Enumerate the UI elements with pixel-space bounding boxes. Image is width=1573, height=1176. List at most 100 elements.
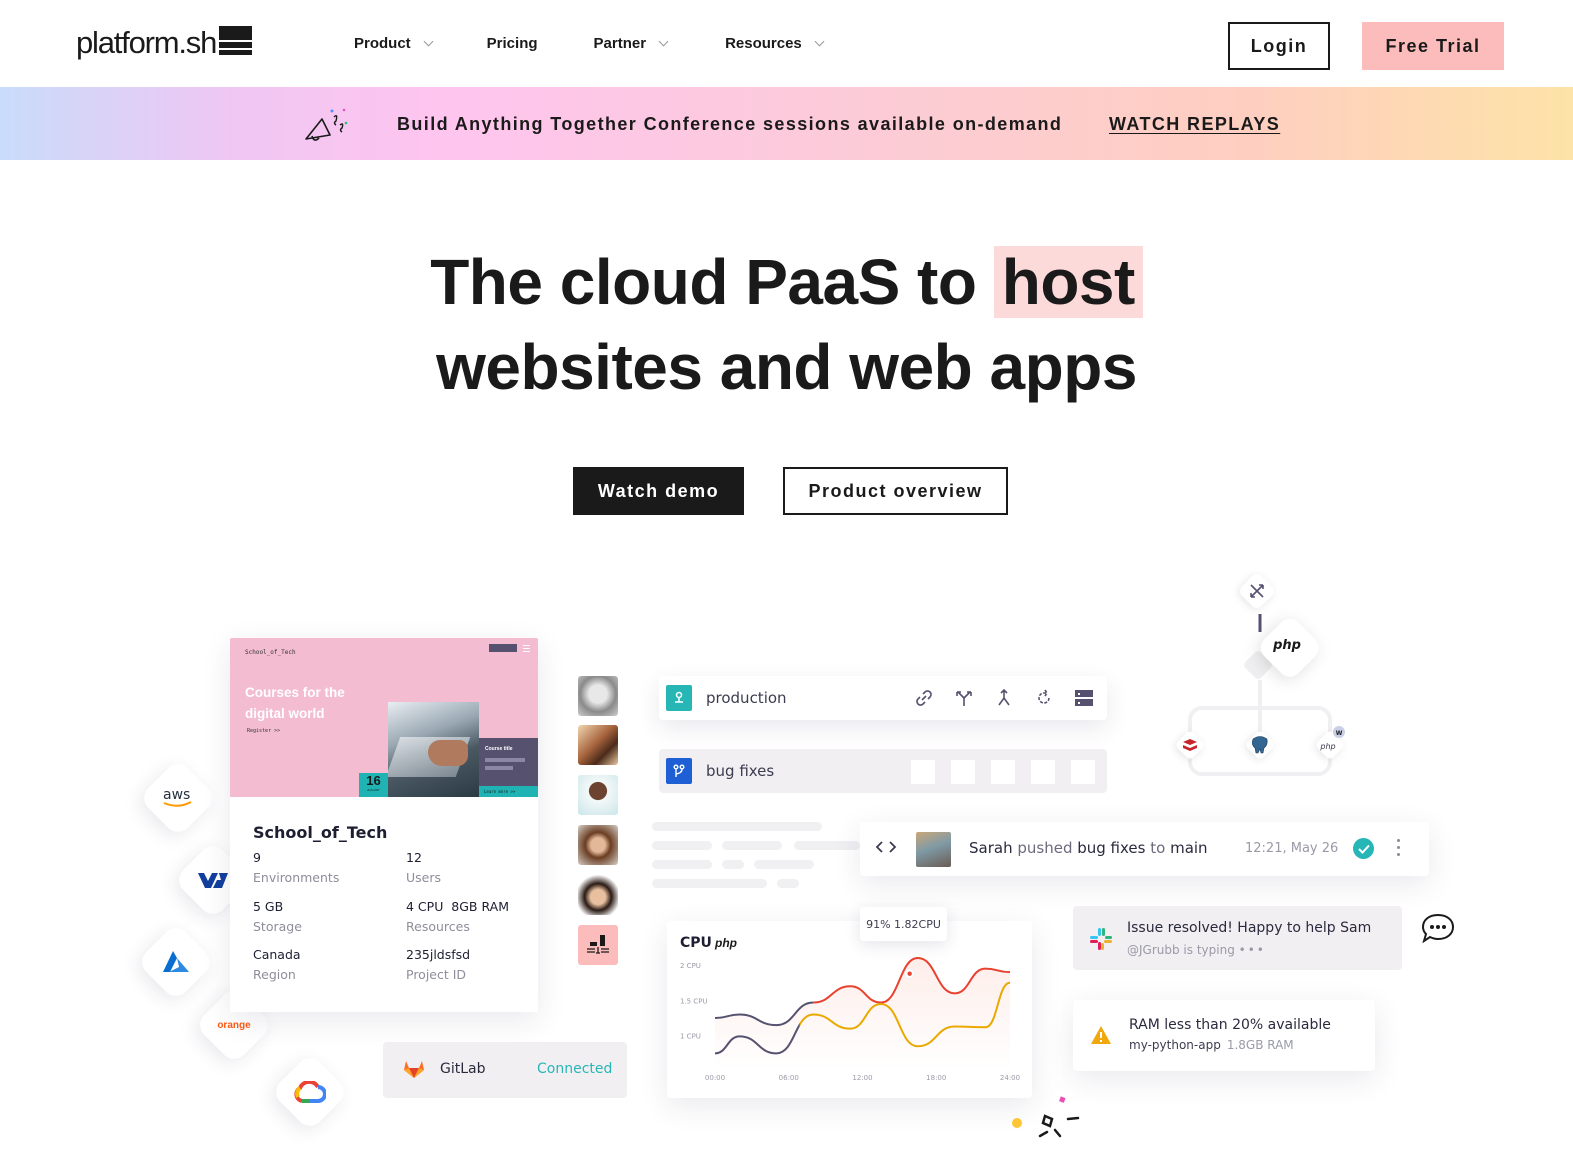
avatar[interactable] bbox=[578, 725, 618, 765]
site-preview: School_of_Tech Courses for the digital w… bbox=[230, 638, 538, 797]
nav-label: Partner bbox=[593, 35, 647, 52]
check-circle-icon bbox=[1353, 838, 1374, 859]
router-node bbox=[1240, 574, 1274, 608]
course-title: Course title bbox=[485, 746, 513, 752]
avatar bbox=[916, 832, 951, 867]
stat-value: 4 CPU 8GB RAM bbox=[406, 899, 509, 914]
product-overview-button[interactable]: Product overview bbox=[783, 467, 1008, 515]
sparkle-decoration-icon bbox=[1012, 1096, 1080, 1138]
hero-title: The cloud PaaS to host websites and web … bbox=[0, 240, 1573, 410]
stat-region: Canada Region bbox=[253, 945, 383, 985]
nav-item-partner[interactable]: Partner bbox=[593, 35, 669, 52]
stat-value: Canada bbox=[253, 947, 301, 962]
slack-message: Issue resolved! Happy to help Sam bbox=[1127, 920, 1372, 936]
platform-sh-logo[interactable]: platform.sh bbox=[76, 24, 253, 62]
activity-item[interactable]: Sarah pushed bug fixes to main 12:21, Ma… bbox=[860, 822, 1429, 876]
aws-logo-icon: aws bbox=[150, 770, 206, 826]
slack-notification[interactable]: Issue resolved! Happy to help Sam @JGrub… bbox=[1073, 906, 1402, 970]
svg-text:php: php bbox=[1319, 742, 1335, 751]
azure-logo-icon bbox=[148, 934, 204, 990]
ram-details: my-python-app 1.8GB RAM bbox=[1129, 1038, 1294, 1052]
stat-label: Region bbox=[253, 967, 296, 982]
nav-item-pricing[interactable]: Pricing bbox=[487, 35, 538, 52]
preview-button bbox=[489, 644, 517, 652]
chevron-down-icon bbox=[814, 36, 825, 47]
announcement-banner: Build Anything Together Conference sessi… bbox=[0, 87, 1573, 160]
environment-icon bbox=[666, 685, 692, 711]
svg-text:php: php bbox=[1272, 638, 1301, 653]
preview-headline-1: Courses for the bbox=[245, 685, 345, 700]
stat-label: Environments bbox=[253, 870, 340, 885]
gitlab-icon bbox=[404, 1061, 424, 1078]
megaphone-icon bbox=[305, 108, 348, 141]
environment-row-bug-fixes[interactable]: bug fixes bbox=[659, 749, 1107, 793]
activity-target: main bbox=[1170, 839, 1208, 857]
chat-bubble-icon[interactable] bbox=[1421, 913, 1455, 943]
ram-message: RAM less than 20% available bbox=[1129, 1017, 1331, 1033]
date-month: AUGUST bbox=[367, 788, 380, 792]
environment-name: production bbox=[706, 689, 787, 707]
x-tick-label: 18:00 bbox=[926, 1074, 946, 1082]
warning-icon bbox=[1091, 1026, 1111, 1044]
preview-course: Course title bbox=[479, 738, 538, 786]
logo-mark-icon bbox=[219, 26, 253, 55]
y-tick-label: 1 CPU bbox=[680, 1033, 701, 1041]
typing-dots-icon: ••• bbox=[1238, 943, 1266, 957]
nav-item-product[interactable]: Product bbox=[354, 35, 434, 52]
activity-text: Sarah pushed bug fixes to main bbox=[969, 839, 1208, 857]
hero-title-line1: The cloud PaaS to bbox=[430, 246, 994, 318]
banner-text: Build Anything Together Conference sessi… bbox=[397, 114, 1063, 134]
avatar[interactable] bbox=[578, 825, 618, 865]
activity-user: Sarah bbox=[969, 839, 1013, 857]
app-name: my-python-app bbox=[1129, 1038, 1221, 1052]
preview-date: 16 AUGUST bbox=[359, 773, 388, 797]
preview-headline: Courses for the digital world bbox=[245, 682, 345, 724]
login-button[interactable]: Login bbox=[1228, 22, 1330, 70]
more-vertical-icon[interactable] bbox=[1397, 839, 1400, 860]
postgresql-node bbox=[1246, 731, 1274, 759]
gitlab-integration[interactable]: GitLab Connected bbox=[383, 1042, 627, 1098]
stat-value: 12 bbox=[406, 850, 422, 865]
top-navigation: platform.sh Product Pricing Partner Reso… bbox=[0, 0, 1573, 87]
watch-replays-link[interactable]: WATCH REPLAYS bbox=[1109, 114, 1280, 135]
stat-project-id: 235jldsfsd Project ID bbox=[406, 945, 536, 985]
org-chart-icon bbox=[587, 935, 609, 954]
laptop-photo bbox=[388, 702, 479, 797]
link-icon[interactable] bbox=[913, 687, 935, 709]
svg-text:aws: aws bbox=[163, 787, 190, 803]
hero-title-line2: websites and web apps bbox=[436, 331, 1137, 403]
hamburger-icon bbox=[523, 645, 530, 654]
ram-value: 1.8GB RAM bbox=[1226, 1038, 1294, 1052]
server-icon[interactable] bbox=[1073, 687, 1095, 709]
team-icon[interactable] bbox=[578, 925, 618, 965]
environment-row-production[interactable]: production bbox=[659, 676, 1107, 720]
stat-label: Storage bbox=[253, 919, 302, 934]
stat-storage: 5 GB Storage bbox=[253, 897, 383, 937]
y-tick-label: 1.5 CPU bbox=[680, 997, 708, 1005]
stat-value: 235jldsfsd bbox=[406, 947, 471, 962]
sync-icon[interactable] bbox=[1033, 687, 1055, 709]
activity-branch: bug fixes bbox=[1077, 839, 1146, 857]
slack-icon bbox=[1090, 928, 1112, 950]
highlight-point bbox=[907, 971, 912, 976]
activity-time: 12:21, May 26 bbox=[1245, 841, 1339, 856]
cpu-chart: 1 CPU 1.5 CPU 2 CPU 00:00 06:00 12:00 18:00 24:… bbox=[680, 957, 1020, 1082]
activity-verb: pushed bbox=[1012, 839, 1078, 857]
stat-label: Resources bbox=[406, 919, 470, 934]
typing-text: @JGrubb is typing bbox=[1127, 943, 1235, 957]
stat-value: 5 GB bbox=[253, 899, 284, 914]
free-trial-button[interactable]: Free Trial bbox=[1362, 22, 1504, 70]
branch-icon[interactable] bbox=[953, 687, 975, 709]
merge-icon[interactable] bbox=[993, 687, 1015, 709]
avatar[interactable] bbox=[578, 676, 618, 716]
avatar[interactable] bbox=[578, 775, 618, 815]
project-card[interactable]: School_of_Tech Courses for the digital w… bbox=[230, 638, 538, 1012]
action-placeholders bbox=[895, 760, 1095, 784]
git-branch-icon bbox=[666, 758, 692, 784]
avatar[interactable] bbox=[578, 875, 618, 915]
ram-warning-notification[interactable]: RAM less than 20% available my-python-ap… bbox=[1073, 1000, 1375, 1071]
watch-demo-button[interactable]: Watch demo bbox=[573, 467, 744, 515]
nav-item-resources[interactable]: Resources bbox=[725, 35, 825, 52]
redis-node bbox=[1176, 731, 1204, 759]
chevron-down-icon bbox=[658, 36, 669, 47]
